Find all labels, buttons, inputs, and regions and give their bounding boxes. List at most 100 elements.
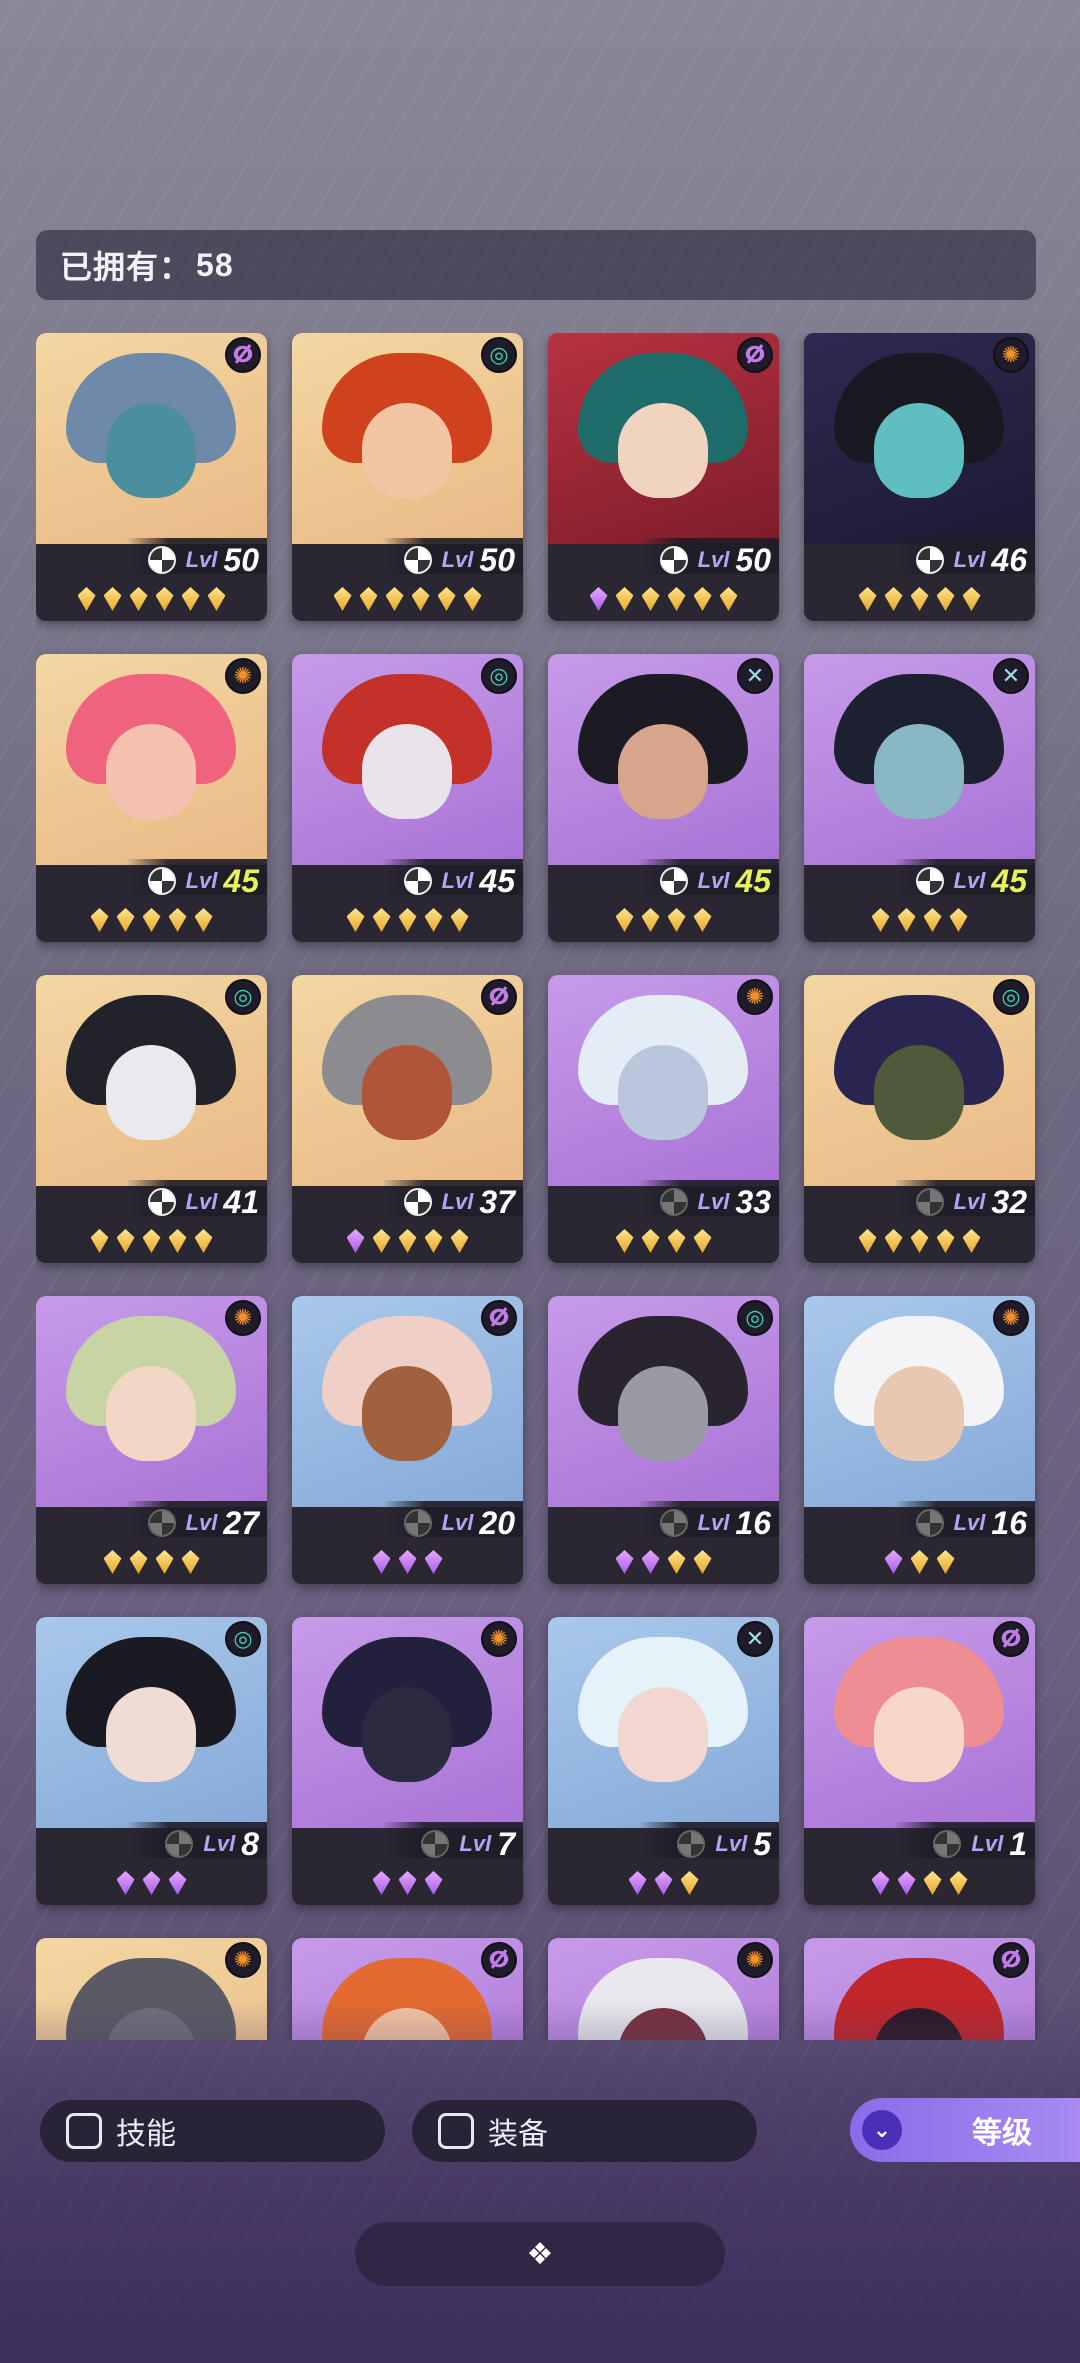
hero-card[interactable]: ✺ Lvl 7 (292, 1617, 523, 1905)
gold-gem-icon (129, 1550, 148, 1574)
gold-gem-icon (181, 587, 200, 611)
gold-gem-icon (693, 1229, 712, 1253)
green-swirl-icon: ◎ (225, 979, 261, 1015)
hero-face (874, 1045, 964, 1140)
level-row: Lvl 16 (915, 1505, 1027, 1541)
level-row: Lvl 50 (403, 542, 515, 578)
level-row: Lvl 50 (147, 542, 259, 578)
hero-card[interactable]: ✺ Lvl 46 (804, 333, 1035, 621)
hero-card[interactable]: ✕ Lvl 45 (804, 654, 1035, 942)
gold-gem-icon (962, 587, 981, 611)
hero-card[interactable]: ◎ Lvl 41 (36, 975, 267, 1263)
skill-wheel-icon (933, 1830, 962, 1858)
gold-gem-icon (398, 908, 417, 932)
hero-grid-viewport[interactable]: ⵁ Lvl 50 ◎ Lvl 50 ⵁ Lvl 50 ✺ Lvl 46 ✺ Lvl 45 ◎ Lvl 45 ✕ Lvl… (36, 333, 1046, 2040)
hero-card[interactable]: ⵁ Lvl 50 (36, 333, 267, 621)
gold-gem-icon (949, 908, 968, 932)
teal-cross-icon: ✕ (737, 658, 773, 694)
skill-checkbox[interactable] (66, 2113, 102, 2149)
green-swirl-icon: ◎ (225, 1621, 261, 1657)
purple-spiral-icon: ⵁ (993, 1942, 1029, 1978)
skill-wheel-icon (677, 1830, 706, 1858)
level-value: 16 (991, 1504, 1027, 1541)
level-value: 20 (479, 1504, 515, 1541)
gold-gem-icon (923, 1871, 942, 1895)
green-swirl-icon: ◎ (737, 1300, 773, 1336)
star-gems (804, 904, 1035, 936)
gold-gem-icon (615, 587, 634, 611)
level-value: 50 (479, 541, 515, 578)
hero-card[interactable]: ⵁ Lvl 1 (804, 1617, 1035, 1905)
level-label: Lvl (459, 1831, 492, 1856)
star-gems (548, 1225, 779, 1257)
sort-by-level-button[interactable]: ⌄ 等级 (850, 2098, 1080, 2162)
hero-card[interactable]: ⵁ Lvl 37 (292, 975, 523, 1263)
skill-filter-toggle[interactable]: 技能 (40, 2100, 385, 2162)
level-row: Lvl 37 (403, 1184, 515, 1220)
level-row: Lvl 45 (659, 863, 771, 899)
hero-card[interactable]: ◎ Lvl 50 (292, 333, 523, 621)
gold-gem-icon (719, 587, 738, 611)
hero-grid: ⵁ Lvl 50 ◎ Lvl 50 ⵁ Lvl 50 ✺ Lvl 46 ✺ Lvl 45 ◎ Lvl 45 ✕ Lvl… (36, 333, 1046, 2040)
gold-gem-icon (910, 1229, 929, 1253)
hero-face (618, 1366, 708, 1461)
level-row: Lvl 50 (659, 542, 771, 578)
hero-card[interactable]: ✺ Lvl 33 (548, 975, 779, 1263)
bottom-panel-fade (0, 2000, 1080, 2363)
orange-sun-icon: ✺ (225, 1942, 261, 1978)
skill-wheel-icon (659, 1188, 688, 1216)
gold-gem-icon (168, 908, 187, 932)
level-label: Lvl (441, 1189, 474, 1214)
hero-card[interactable]: ✺ Lvl 27 (36, 1296, 267, 1584)
filter-row: 技能 装备 ⌄ 等级 (40, 2098, 1080, 2164)
equip-filter-toggle[interactable]: 装备 (412, 2100, 757, 2162)
hero-card[interactable]: ◎ Lvl 45 (292, 654, 523, 942)
purple-spiral-icon: ⵁ (481, 1942, 517, 1978)
hero-card[interactable]: ⵁ Lvl 20 (292, 1296, 523, 1584)
level-label: Lvl (441, 868, 474, 893)
hero-card[interactable]: ✕ Lvl 5 (548, 1617, 779, 1905)
hero-card[interactable]: ◎ Lvl 16 (548, 1296, 779, 1584)
purple-gem-icon (398, 1550, 417, 1574)
gold-gem-icon (858, 587, 877, 611)
skill-wheel-icon (403, 1188, 432, 1216)
owned-count-bar: 已拥有： 58 (36, 230, 1036, 300)
star-gems (36, 1546, 267, 1578)
level-label: Lvl (697, 547, 730, 572)
gold-gem-icon (181, 1550, 200, 1574)
purple-spiral-icon: ⵁ (481, 1300, 517, 1336)
hero-card[interactable]: ◎ Lvl 8 (36, 1617, 267, 1905)
gold-gem-icon (194, 908, 213, 932)
gold-gem-icon (450, 908, 469, 932)
gold-gem-icon (424, 1229, 443, 1253)
skill-wheel-icon (915, 1188, 944, 1216)
gold-gem-icon (398, 1229, 417, 1253)
gold-gem-icon (155, 1550, 174, 1574)
level-value: 33 (735, 1183, 771, 1220)
teal-cross-icon: ✕ (993, 658, 1029, 694)
star-gems (36, 1225, 267, 1257)
hero-card[interactable]: ⵁ Lvl 50 (548, 333, 779, 621)
skill-wheel-icon (147, 1509, 176, 1537)
level-value: 50 (223, 541, 259, 578)
purple-gem-icon (116, 1871, 135, 1895)
gold-gem-icon (450, 1229, 469, 1253)
hero-card[interactable]: ◎ Lvl 32 (804, 975, 1035, 1263)
equip-checkbox[interactable] (438, 2113, 474, 2149)
level-value: 27 (223, 1504, 259, 1541)
expand-collapse-button[interactable]: ❖ (355, 2222, 725, 2286)
hero-card[interactable]: ✕ Lvl 45 (548, 654, 779, 942)
gold-gem-icon (910, 1550, 929, 1574)
hero-face (362, 1687, 452, 1782)
hero-face (874, 1687, 964, 1782)
hero-face (362, 403, 452, 498)
level-label: Lvl (185, 547, 218, 572)
gold-gem-icon (142, 908, 161, 932)
green-swirl-icon: ◎ (481, 337, 517, 373)
star-gems (548, 1867, 779, 1899)
hero-card[interactable]: ✺ Lvl 16 (804, 1296, 1035, 1584)
gold-gem-icon (667, 587, 686, 611)
hero-card[interactable]: ✺ Lvl 45 (36, 654, 267, 942)
star-gems (804, 583, 1035, 615)
level-label: Lvl (185, 1189, 218, 1214)
